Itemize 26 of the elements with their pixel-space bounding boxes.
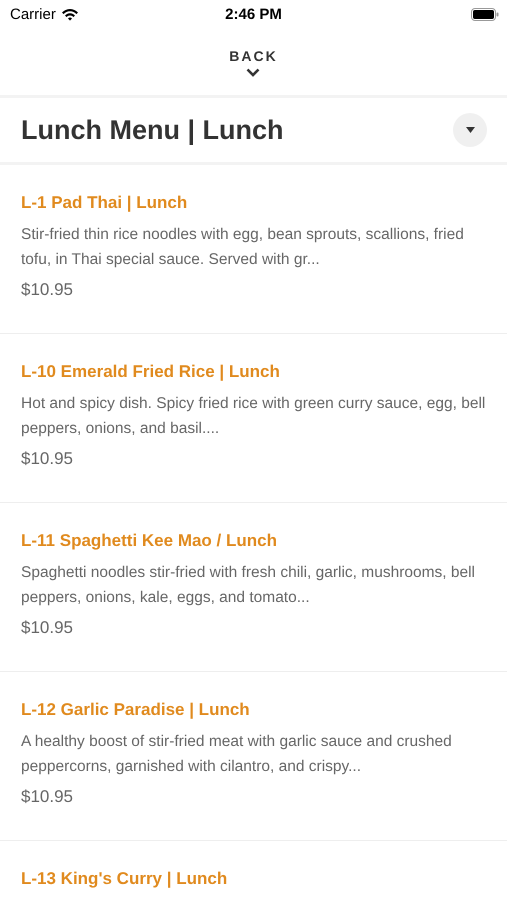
item-description: A healthy boost of stir-fried meat with garlic sauce and crushed peppercorns, garnished with cilantro, and crispy... [21, 732, 453, 777]
item-price: $10.95 [21, 279, 73, 301]
item-description: Stir-fried thin rice noodles with egg, bean sprouts, scallions, fried tofu, in Thai special sauce. Served with gr... [21, 225, 465, 270]
item-name: L-10 Emerald Fried Rice | Lunch [21, 361, 280, 383]
item-name: L-12 Garlic Paradise | Lunch [21, 699, 250, 721]
caret-down-icon [466, 127, 474, 133]
item-description: Spaghetti noodles stir-fried with fresh chili, garlic, mushrooms, bell peppers, onions, kale, eggs, and tomato... [21, 563, 476, 608]
item-price: $10.95 [21, 617, 73, 639]
item-name: L-13 King's Curry | Lunch [21, 868, 228, 890]
item-name: L-11 Spaghetti Kee Mao / Lunch [21, 530, 277, 552]
menu-item[interactable]: L-12 Garlic Paradise | Lunch A healthy boost of stir-fried meat with garlic sauce and crushed peppercorns, garnished with cilantro, and crispy... $10.95 [0, 672, 507, 841]
menu-title: Lunch Menu | Lunch [21, 114, 284, 146]
status-time: 2:46 PM [224, 6, 283, 22]
carrier-label: Carrier [10, 6, 56, 22]
item-name: L-1 Pad Thai | Lunch [21, 192, 188, 214]
item-price: $10.95 [21, 448, 73, 470]
menu-item[interactable]: L-10 Emerald Fried Rice | Lunch Hot and spicy dish. Spicy fried rice with green curry sauce, egg, bell peppers, onions, and basil.... $10.95 [0, 334, 507, 503]
back-button[interactable]: BACK [229, 48, 278, 77]
menu-item[interactable]: L-1 Pad Thai | Lunch Stir-fried thin rice noodles with egg, bean sprouts, scallions, fried tofu, in Thai special sauce. Served with gr... $10.95 [0, 165, 507, 334]
item-price: $10.95 [21, 786, 73, 808]
item-description: Hot and spicy dish. Spicy fried rice with green curry sauce, egg, bell peppers, onions, and basil.... [21, 394, 486, 439]
chevron-down-icon [246, 68, 260, 77]
battery-icon [471, 8, 499, 20]
menu-item[interactable]: L-11 Spaghetti Kee Mao / Lunch Spaghetti noodles stir-fried with fresh chili, garlic, mushrooms, bell peppers, onions, kale, eggs, and tomato... $10.95 [0, 503, 507, 672]
wifi-icon [60, 8, 79, 20]
dropdown-button[interactable] [453, 113, 487, 147]
